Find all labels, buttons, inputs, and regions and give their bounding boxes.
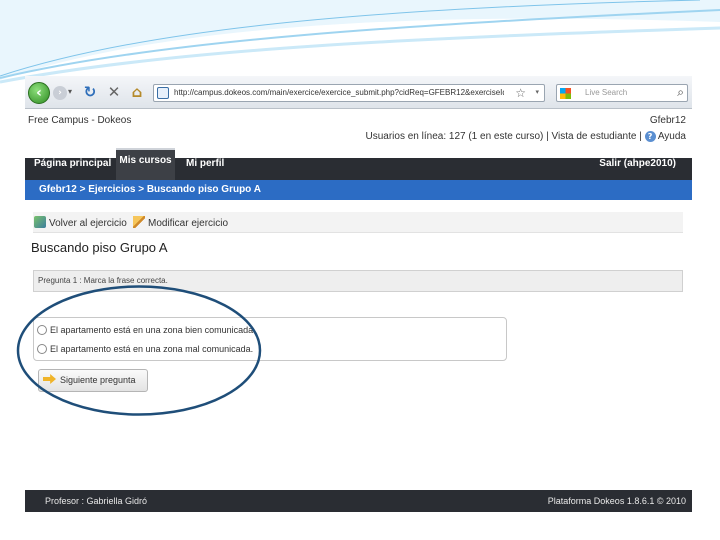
home-icon[interactable]: ⌂ xyxy=(128,83,146,101)
action-bar: Volver al ejercicio Modificar ejercicio xyxy=(33,212,683,233)
nav-courses[interactable]: Mis cursos xyxy=(116,148,175,180)
nav-home[interactable]: Página principal xyxy=(34,158,111,180)
star-icon[interactable]: ☆ xyxy=(515,86,526,100)
search-placeholder[interactable]: Live Search xyxy=(585,88,627,97)
search-bar[interactable]: Live Search ⌕ xyxy=(556,84,688,102)
help-link[interactable]: Ayuda xyxy=(658,131,686,142)
back-icon[interactable]: ‹ xyxy=(28,82,50,104)
exercise-title: Buscando piso Grupo A xyxy=(31,240,168,255)
address-bar[interactable]: http://campus.dokeos.com/main/exercice/e… xyxy=(153,84,545,102)
back-to-exercise-link[interactable]: Volver al ejercicio xyxy=(34,216,127,229)
site-title: Free Campus - Dokeos xyxy=(28,115,132,126)
help-icon[interactable]: ? xyxy=(644,131,656,142)
address-dropdown-icon[interactable]: ▾ xyxy=(535,88,539,96)
breadcrumb[interactable]: Gfebr12 > Ejercicios > Buscando piso Gru… xyxy=(25,180,692,200)
search-icon[interactable]: ⌕ xyxy=(677,85,684,100)
footer-platform[interactable]: Plataforma Dokeos 1.8.6.1 © 2010 xyxy=(548,490,686,512)
edit-exercise-link[interactable]: Modificar ejercicio xyxy=(133,216,228,229)
pencil-icon xyxy=(133,216,145,228)
edit-exercise-label[interactable]: Modificar ejercicio xyxy=(148,218,228,229)
online-text: Usuarios en línea: 127 (1 en este curso)… xyxy=(365,131,642,143)
nav-logout[interactable]: Salir (ahpe2010) xyxy=(599,158,676,180)
exercise-icon xyxy=(34,216,46,228)
annotation-ellipse xyxy=(16,285,262,416)
refresh-icon[interactable]: ↻ xyxy=(81,83,99,101)
search-engine-logo-icon[interactable] xyxy=(560,88,571,99)
footer-teacher: Profesor : Gabriella Gidró xyxy=(45,496,148,506)
nav-profile[interactable]: Mi perfil xyxy=(186,158,224,180)
stop-icon[interactable]: ✕ xyxy=(105,83,123,101)
favicon-icon xyxy=(157,87,169,99)
browser-toolbar: ‹ › ▾ ↻ ✕ ⌂ http://campus.dokeos.com/mai… xyxy=(25,76,692,109)
history-dropdown-icon[interactable]: ▾ xyxy=(68,87,72,96)
footer: Profesor : Gabriella Gidró Plataforma Do… xyxy=(25,490,692,512)
forward-icon[interactable]: › xyxy=(53,86,67,100)
course-code: Gfebr12 xyxy=(649,115,686,126)
address-text[interactable]: http://campus.dokeos.com/main/exercice/e… xyxy=(174,88,504,97)
back-to-exercise-label[interactable]: Volver al ejercicio xyxy=(49,218,127,229)
online-status: Usuarios en línea: 127 (1 en este curso)… xyxy=(365,131,686,143)
